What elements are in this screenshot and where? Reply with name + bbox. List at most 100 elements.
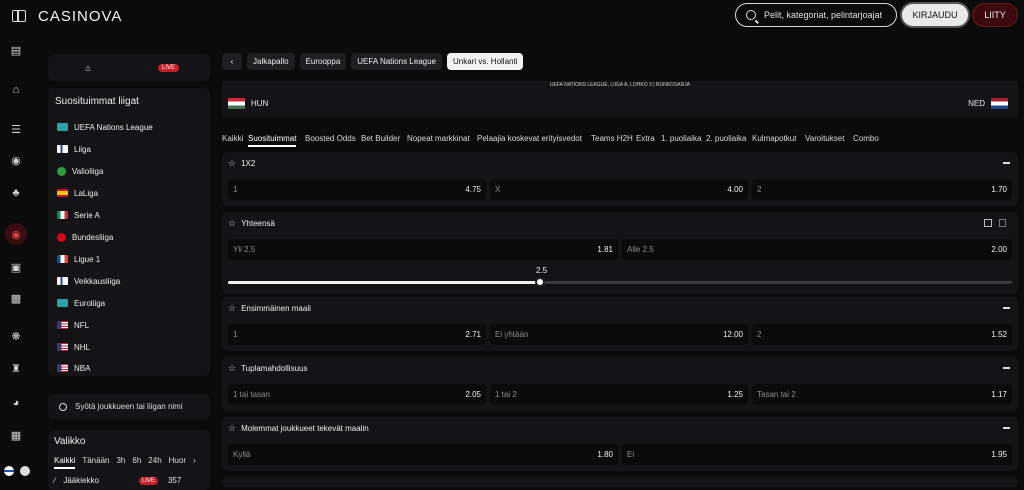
betslip-icon[interactable]: ☰ xyxy=(9,122,23,136)
league-item[interactable]: NHL xyxy=(57,339,90,355)
odds-button[interactable]: 1 tai tasan 2.05 xyxy=(228,384,486,405)
sidebar-toggle-icon[interactable] xyxy=(12,10,26,22)
ticket-icon[interactable]: ▩ xyxy=(9,291,23,305)
league-item[interactable]: Liiga xyxy=(57,141,91,157)
league-item[interactable]: LaLiga xyxy=(57,185,98,201)
odds-button[interactable]: Alle 2.5 2.00 xyxy=(622,239,1012,260)
language-flag-icon[interactable] xyxy=(4,466,14,476)
collapse-icon[interactable] xyxy=(1003,427,1010,429)
market-tab[interactable]: Extra xyxy=(636,134,655,143)
badge-icon[interactable]: ❋ xyxy=(9,329,23,343)
league-item[interactable]: Serie A xyxy=(57,207,100,223)
leagues-title: Suosituimmat liigat xyxy=(55,96,139,107)
market-tab[interactable]: Pelaajia koskevat erityisvedot xyxy=(477,134,582,143)
menu-tab[interactable]: Kaikki xyxy=(54,456,76,469)
star-icon[interactable]: ☆ xyxy=(228,303,236,314)
logo[interactable]: CASINOVA xyxy=(38,8,122,25)
league-item[interactable]: NFL xyxy=(57,317,89,333)
collapse-icon[interactable] xyxy=(1003,162,1010,164)
star-icon[interactable]: ☆ xyxy=(228,158,236,169)
settings-icon[interactable] xyxy=(20,466,30,476)
breadcrumb-current[interactable]: Unkari vs. Hollanti xyxy=(447,53,524,70)
market-tab[interactable]: Suosituimmat xyxy=(248,134,297,147)
join-button[interactable]: LIITY xyxy=(973,4,1017,26)
market-both-score: ☆ Molemmat joukkueet tekevät maalin Kyllä… xyxy=(222,417,1018,471)
login-button[interactable]: KIRJAUDU xyxy=(902,4,968,26)
collapse-icon[interactable] xyxy=(1003,367,1010,369)
star-icon[interactable]: ☆ xyxy=(228,423,236,434)
odds-button[interactable]: Ei 1.95 xyxy=(622,444,1012,465)
odds-button[interactable]: Yli 2.5 1.81 xyxy=(228,239,618,260)
market-tab[interactable]: Combo xyxy=(853,134,879,143)
league-item[interactable]: Euroliiga xyxy=(57,295,105,311)
market-tab[interactable]: Nopeat markkinat xyxy=(407,134,470,143)
menu-tabs: Kaikki Tänään 3h 6h 24h Huor › xyxy=(54,456,196,469)
breadcrumb-item[interactable]: UEFA Nations League xyxy=(351,53,442,70)
market-tab[interactable]: Varoitukset xyxy=(805,134,844,143)
odds-button[interactable]: 1 4.75 xyxy=(228,179,486,200)
away-team: NED xyxy=(968,98,1008,109)
league-item[interactable]: Bundesliiga xyxy=(57,229,113,245)
search-input[interactable]: Pelit, kategoriat, pelintarjoajat xyxy=(735,3,897,27)
market-tab[interactable]: Kaikki xyxy=(222,134,243,143)
slider-handle[interactable] xyxy=(535,277,545,287)
market-title: Molemmat joukkueet tekevät maalin xyxy=(241,424,369,433)
league-item[interactable]: NBA xyxy=(57,360,90,376)
search-placeholder: Pelit, kategoriat, pelintarjoajat xyxy=(764,10,883,20)
odds-button[interactable]: 2 1.70 xyxy=(752,179,1012,200)
market-tab[interactable]: Kulmapotkut xyxy=(752,134,796,143)
menu-tab[interactable]: Huor xyxy=(169,456,186,469)
market-tab[interactable]: Teams H2H xyxy=(591,134,633,143)
market-tab[interactable]: Bet Builder xyxy=(361,134,400,143)
menu-tab[interactable]: Tänään xyxy=(82,456,109,469)
casino-icon[interactable]: ▦ xyxy=(9,428,23,442)
menu-tab[interactable]: 6h xyxy=(132,456,141,469)
market-tab[interactable]: 2. puoliaika xyxy=(706,134,746,143)
gift-icon[interactable]: ▤ xyxy=(9,43,23,57)
menu-tab[interactable]: 24h xyxy=(148,456,161,469)
left-home-box: ⌂ LIVE xyxy=(48,54,210,81)
market-next xyxy=(222,477,1018,487)
odds-button[interactable]: Tasan tai 2 1.17 xyxy=(752,384,1012,405)
back-button[interactable]: ‹ xyxy=(222,53,242,70)
trophy-icon[interactable]: ♜ xyxy=(9,361,23,375)
competition-label: UEFA NATIONS LEAGUE, LIIGA A, LOHKO 3 | … xyxy=(549,82,691,88)
league-item[interactable]: Veikkausliiga xyxy=(57,273,120,289)
chevron-right-icon[interactable]: › xyxy=(193,456,196,469)
odds-button[interactable]: 1 2.71 xyxy=(228,324,486,345)
odds-button[interactable]: Ei yhtään 12.00 xyxy=(490,324,748,345)
home-icon[interactable]: ⌂ xyxy=(9,83,23,97)
finland-flag-icon xyxy=(57,277,68,285)
collapse-icon[interactable] xyxy=(1003,307,1010,309)
list-view-icon[interactable] xyxy=(999,219,1006,227)
tv-icon[interactable]: ▣ xyxy=(9,260,23,274)
home-icon[interactable]: ⌂ xyxy=(68,63,108,73)
uefa-flag-icon xyxy=(57,299,68,307)
league-item[interactable]: Valioliiga xyxy=(57,163,103,179)
usa-flag-icon xyxy=(57,364,68,372)
clover-icon[interactable]: ♣ xyxy=(9,186,23,200)
team-search-input[interactable]: Syötä joukkueen tai liigan nimi xyxy=(48,394,210,419)
star-icon[interactable]: ☆ xyxy=(228,363,236,374)
grid-view-icon[interactable] xyxy=(984,219,992,227)
odds-button[interactable]: Kyllä 1.80 xyxy=(228,444,618,465)
live-icon[interactable]: ◉ xyxy=(5,223,27,245)
odds-button[interactable]: X 4.00 xyxy=(490,179,748,200)
live-badge[interactable]: LIVE xyxy=(158,63,180,72)
speed-icon[interactable]: ◕ xyxy=(9,396,23,410)
market-tab[interactable]: 1. puoliaika xyxy=(661,134,701,143)
league-item[interactable]: UEFA Nations League xyxy=(57,119,153,135)
menu-tab[interactable]: 3h xyxy=(116,456,125,469)
breadcrumb-item[interactable]: Eurooppa xyxy=(299,53,347,70)
star-icon[interactable]: ☆ xyxy=(228,218,236,229)
hungary-flag-icon xyxy=(228,98,245,109)
odds-button[interactable]: 2 1.52 xyxy=(752,324,1012,345)
breadcrumb-item[interactable]: Jalkapallo xyxy=(247,53,295,70)
market-tab[interactable]: Boosted Odds xyxy=(305,134,356,143)
market-double-chance: ☆ Tuplamahdollisuus 1 tai tasan 2.05 1 tai… xyxy=(222,357,1018,411)
odds-button[interactable]: 1 tai 2 1.25 xyxy=(490,384,748,405)
slider-track[interactable] xyxy=(542,281,1012,284)
jersey-icon[interactable]: ◉ xyxy=(9,153,23,167)
slider-value: 2.5 xyxy=(536,266,548,275)
league-item[interactable]: Ligue 1 xyxy=(57,251,100,267)
